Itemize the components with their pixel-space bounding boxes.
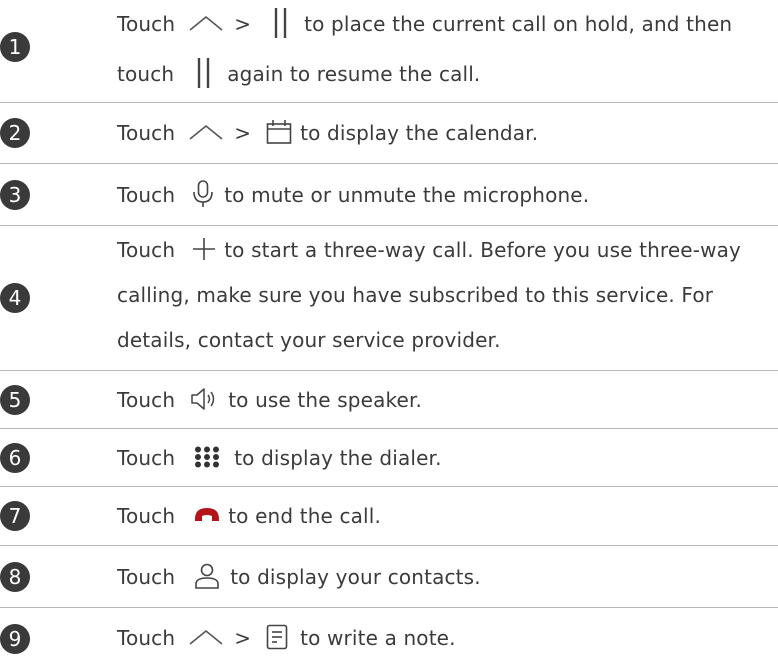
contacts-icon: [194, 563, 220, 589]
step-row-4: 4 Touch to start a three-way call. Befor…: [0, 226, 778, 371]
speaker-icon: [190, 387, 220, 411]
calendar-icon: [266, 119, 292, 145]
step-row-2: 2 Touch > to display the calendar.: [0, 103, 778, 164]
step-row-1: 1 Touch > to place the current call on h…: [0, 0, 778, 103]
chevron-up-icon: [188, 628, 224, 646]
step-number-badge: 3: [0, 180, 30, 210]
step-number-badge: 5: [0, 385, 30, 415]
step-text: Touch to use the speaker.: [117, 387, 423, 412]
step-text: Touch to display your contacts.: [117, 553, 778, 601]
pause-icon: [272, 7, 290, 39]
step-row-9: 9 Touch > to write a note.: [0, 608, 778, 655]
step-text-line: Touch to start a three-way call. Before …: [117, 237, 742, 262]
step-row-3: 3 Touch to mute or unmute the microphone…: [0, 164, 778, 226]
step-row-8: 8 Touch to display your contacts.: [0, 546, 778, 608]
step-text-line: calling, make sure you have subscribed t…: [117, 283, 714, 307]
step-number-badge: 2: [0, 118, 30, 148]
step-number-badge: 9: [0, 624, 30, 654]
step-text: Touch to mute or unmute the microphone.: [117, 171, 778, 219]
step-number-badge: 1: [0, 32, 30, 62]
chevron-up-icon: [188, 14, 224, 32]
step-text: Touch to display the dialer.: [117, 446, 442, 470]
note-icon: [266, 624, 288, 650]
step-number-badge: 8: [0, 562, 30, 592]
step-number-badge: 6: [0, 443, 30, 473]
add-call-icon: [192, 237, 216, 261]
step-text: Touch to end the call.: [117, 504, 381, 528]
step-number-badge: 7: [0, 501, 30, 531]
step-text-line: touch again to resume the call.: [117, 50, 778, 98]
step-text: Touch to start a three-way call. Before …: [117, 228, 778, 363]
dialpad-icon: [194, 446, 220, 468]
microphone-icon: [192, 179, 214, 208]
chevron-up-icon: [188, 123, 224, 141]
step-text-line: Touch > to place the current call on hol…: [117, 0, 778, 48]
step-text: Touch > to place the current call on hol…: [117, 0, 778, 98]
step-text-line: details, contact your service provider.: [117, 328, 501, 352]
step-row-6: 6 Touch to display the dialer.: [0, 429, 778, 487]
step-text: Touch > to display the calendar.: [117, 109, 778, 157]
end-call-icon: [194, 507, 220, 523]
step-row-7: 7 Touch to end the call.: [0, 487, 778, 546]
step-row-5: 5 Touch to use the speaker.: [0, 371, 778, 429]
pause-icon: [195, 57, 213, 89]
step-number-badge: 4: [0, 283, 30, 313]
